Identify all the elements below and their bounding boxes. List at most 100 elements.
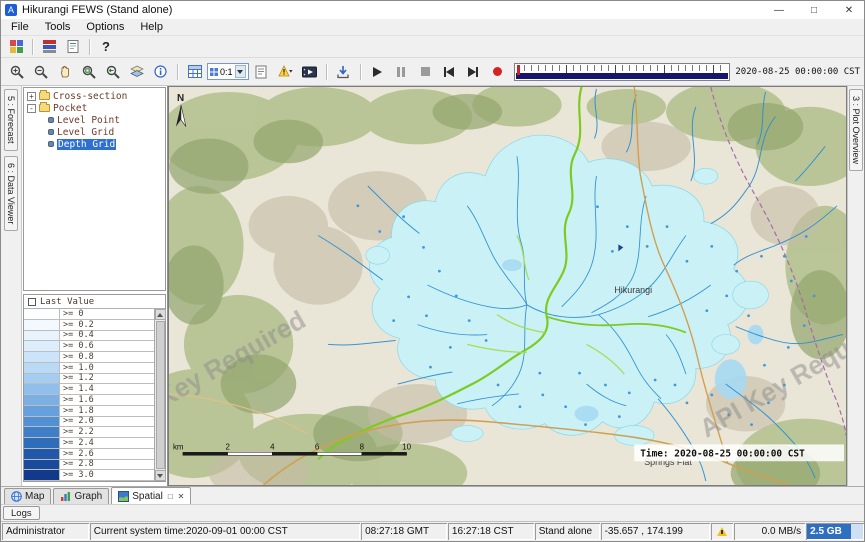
legend-header: Last Value bbox=[24, 295, 165, 309]
legend-row: >= 0.4 bbox=[24, 331, 154, 342]
menu-options[interactable]: Options bbox=[78, 20, 132, 34]
scroll-up-icon[interactable] bbox=[155, 309, 166, 320]
info-button[interactable] bbox=[149, 60, 172, 83]
grid-display-button[interactable] bbox=[183, 60, 206, 83]
step-back-icon bbox=[444, 67, 454, 77]
forecast-manager-icon[interactable] bbox=[37, 37, 61, 57]
tree-leaf-level-grid[interactable]: Level Grid bbox=[24, 126, 165, 138]
folder-icon bbox=[39, 92, 50, 100]
menu-tools[interactable]: Tools bbox=[37, 20, 79, 34]
status-warning-indicator[interactable] bbox=[711, 523, 733, 540]
tab-spatial[interactable]: Spatial □ ✕ bbox=[111, 487, 191, 504]
export-movie-button[interactable] bbox=[298, 60, 321, 83]
status-gmt-time: 08:27:18 GMT bbox=[361, 523, 447, 540]
scale-unit-label: km bbox=[173, 442, 184, 451]
record-button[interactable] bbox=[486, 60, 509, 83]
layers-icon[interactable] bbox=[125, 60, 148, 83]
thresholds-dropdown-button[interactable] bbox=[274, 60, 297, 83]
tab-data-viewer[interactable]: 6 : Data Viewer bbox=[4, 156, 18, 231]
legend-swatch bbox=[24, 309, 60, 319]
menu-file[interactable]: File bbox=[3, 20, 37, 34]
legend-label: >= 2.4 bbox=[60, 438, 94, 448]
legend-row: >= 1.0 bbox=[24, 363, 154, 374]
pan-hand-icon[interactable] bbox=[53, 60, 76, 83]
north-label: N bbox=[177, 93, 184, 104]
play-button[interactable] bbox=[366, 60, 389, 83]
tree-node-label: Cross-section bbox=[53, 91, 127, 102]
zoom-in-button[interactable] bbox=[5, 60, 28, 83]
legend-label: >= 1.6 bbox=[60, 395, 94, 405]
last-value-checkbox[interactable] bbox=[28, 298, 36, 306]
grid-layer-combo[interactable]: 0:1 bbox=[207, 63, 249, 80]
legend-swatch bbox=[24, 320, 60, 330]
logs-button[interactable]: Logs bbox=[3, 506, 40, 520]
title-bar: A Hikurangi FEWS (Stand alone) — □ ✕ bbox=[1, 1, 864, 19]
minimize-button[interactable]: — bbox=[764, 1, 794, 19]
timeseries-list-button[interactable] bbox=[250, 60, 273, 83]
tree-leaf-depth-grid[interactable]: Depth Grid bbox=[24, 138, 165, 150]
tab-close-icon[interactable]: ✕ bbox=[178, 492, 185, 501]
tab-map[interactable]: Map bbox=[4, 488, 51, 504]
legend-label: >= 1.0 bbox=[60, 363, 94, 373]
database-icon[interactable] bbox=[4, 37, 28, 57]
stop-button[interactable] bbox=[414, 60, 437, 83]
time-slider[interactable] bbox=[514, 63, 731, 81]
import-download-button[interactable] bbox=[332, 60, 355, 83]
legend-scrollbar[interactable] bbox=[154, 309, 165, 481]
help-glyph: ? bbox=[102, 39, 110, 54]
globe-icon bbox=[11, 491, 22, 502]
status-mode: Stand alone bbox=[535, 523, 600, 540]
time-slider-thumb[interactable] bbox=[517, 65, 520, 75]
warning-icon bbox=[717, 527, 727, 536]
menu-help[interactable]: Help bbox=[132, 20, 171, 34]
scroll-down-icon[interactable] bbox=[155, 470, 166, 481]
expand-icon[interactable]: + bbox=[27, 92, 36, 101]
legend-label: >= 1.2 bbox=[60, 374, 94, 384]
tab-forecast[interactable]: 5 : Forecast bbox=[4, 89, 18, 151]
legend-label: >= 2.8 bbox=[60, 460, 94, 470]
combo-dropdown-icon[interactable] bbox=[235, 65, 246, 78]
close-button[interactable]: ✕ bbox=[834, 1, 864, 19]
grid-layer-value: 0:1 bbox=[220, 67, 233, 77]
tree-leaf-level-point[interactable]: Level Point bbox=[24, 114, 165, 126]
zoom-out-button[interactable] bbox=[29, 60, 52, 83]
tree-node-pocket[interactable]: - Pocket bbox=[24, 102, 165, 114]
map-canvas[interactable]: API Key Required API Key Required Hikura… bbox=[169, 87, 846, 485]
folder-icon bbox=[39, 104, 50, 112]
tab-graph[interactable]: Graph bbox=[53, 488, 109, 504]
tab-plot-overview[interactable]: 3 : Plot Overview bbox=[849, 89, 863, 171]
stop-icon bbox=[421, 67, 430, 76]
legend-label: >= 3.0 bbox=[60, 470, 94, 480]
maximize-button[interactable]: □ bbox=[799, 1, 829, 19]
status-user: Administrator bbox=[2, 523, 89, 540]
zoom-previous-button[interactable] bbox=[101, 60, 124, 83]
tab-float-icon[interactable]: □ bbox=[168, 492, 173, 501]
legend-row: >= 1.8 bbox=[24, 406, 154, 417]
status-system-time: Current system time:2020-09-01 00:00 CST bbox=[90, 523, 360, 540]
scroll-thumb[interactable] bbox=[156, 321, 165, 469]
layer-tree: + Cross-section - Pocket Level Point Lev… bbox=[23, 87, 166, 291]
map-time-label: Time: 2020-08-25 00:00:00 CST bbox=[640, 448, 805, 459]
app-window: A Hikurangi FEWS (Stand alone) — □ ✕ Fil… bbox=[0, 0, 865, 542]
zoom-rectangle-button[interactable] bbox=[77, 60, 100, 83]
status-memory[interactable]: 2.5 GB bbox=[806, 523, 864, 540]
legend-label: >= 0.6 bbox=[60, 341, 94, 351]
tree-node-cross-section[interactable]: + Cross-section bbox=[24, 90, 165, 102]
right-tab-strip: 3 : Plot Overview bbox=[847, 86, 864, 486]
help-button[interactable]: ? bbox=[94, 37, 118, 57]
play-icon bbox=[373, 67, 382, 77]
collapse-icon[interactable]: - bbox=[27, 104, 36, 113]
step-back-button[interactable] bbox=[438, 60, 461, 83]
main-toolbar: ? bbox=[1, 36, 864, 58]
chart-icon bbox=[60, 491, 71, 502]
map-time-box: Time: 2020-08-25 00:00:00 CST bbox=[634, 444, 844, 461]
legend-panel: Last Value >= 0 >= 0.2 >= 0.4 >= 0.6 >= … bbox=[23, 294, 166, 482]
bottom-tab-bar: Map Graph Spatial □ ✕ bbox=[1, 486, 864, 504]
grid-glyph-icon bbox=[210, 68, 218, 76]
step-forward-button[interactable] bbox=[462, 60, 485, 83]
layer-node-icon bbox=[48, 141, 54, 147]
document-display-icon[interactable] bbox=[61, 37, 85, 57]
pause-button[interactable] bbox=[390, 60, 413, 83]
legend-row: >= 3.0 bbox=[24, 470, 154, 481]
toolbar-separator bbox=[177, 64, 178, 80]
